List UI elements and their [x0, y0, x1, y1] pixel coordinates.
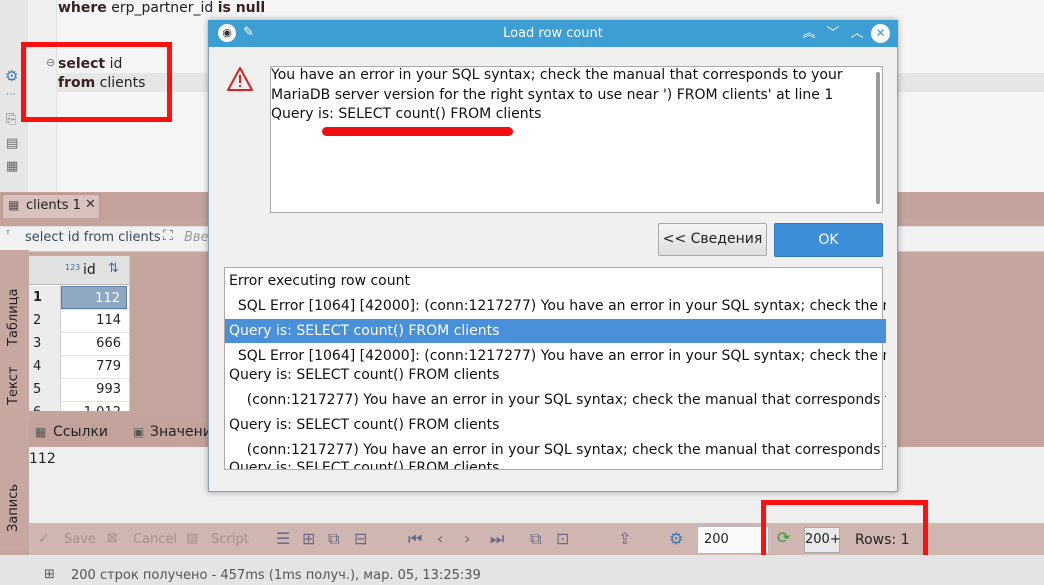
- keyword: is null: [217, 0, 266, 16]
- tab-label: clients 1: [26, 198, 81, 213]
- add-row-icon[interactable]: ⊞: [302, 529, 315, 548]
- vtab-label: Текст: [6, 366, 21, 405]
- tab-clients-1[interactable]: ▦ clients 1 ✕: [2, 194, 100, 218]
- annotation-box-query: [21, 42, 172, 122]
- settings-gear-icon[interactable]: ⚙: [669, 529, 683, 548]
- cell-value[interactable]: 993: [61, 378, 127, 401]
- grid-icon: ▦: [35, 425, 47, 439]
- row-number: 1: [29, 286, 61, 309]
- copy-row-icon[interactable]: ⧉: [328, 529, 339, 549]
- value-viewer-text: 112: [29, 451, 56, 467]
- value-icon: ▣: [133, 425, 145, 439]
- code-line-1: where erp_partner_id is null: [58, 0, 265, 16]
- grid-icon: ▦: [8, 198, 20, 212]
- column-header-id[interactable]: 123 id ⇅: [29, 256, 129, 285]
- row-number: 5: [29, 378, 61, 401]
- message-scrollbar[interactable]: [876, 72, 880, 204]
- last-page-icon[interactable]: ⏭: [490, 529, 504, 549]
- filter-query-text[interactable]: select id from clients: [25, 230, 161, 245]
- focus-icon[interactable]: ⊡: [556, 529, 569, 548]
- vtab-label: Таблица: [6, 288, 21, 347]
- save-button[interactable]: Save: [64, 532, 96, 547]
- close-icon[interactable]: ✕: [85, 197, 96, 212]
- table-row[interactable]: 5 993: [29, 378, 129, 402]
- script-button[interactable]: Script: [211, 532, 249, 547]
- link-icon[interactable]: ⧉: [530, 529, 541, 549]
- warning-icon: [226, 66, 254, 96]
- error-message-text: You have an error in your SQL syntax; ch…: [271, 67, 843, 122]
- export-icon[interactable]: ⎘: [6, 112, 16, 127]
- table-row[interactable]: 2 114: [29, 309, 129, 333]
- table-row[interactable]: 3 666: [29, 332, 129, 356]
- annotation-underline: [322, 127, 513, 136]
- first-page-icon[interactable]: ⏮: [408, 529, 422, 549]
- cell-value[interactable]: 112: [61, 286, 127, 309]
- expand-icon[interactable]: ⛶: [163, 228, 173, 244]
- ok-button[interactable]: OK: [774, 223, 883, 257]
- status-text: 200 строк получено - 457ms (1ms получ.),…: [71, 568, 481, 583]
- sql-text-icon: ᵀ: [6, 230, 10, 241]
- keep-above-icon[interactable]: ︽: [799, 24, 819, 44]
- delete-row-icon[interactable]: ⊟: [354, 529, 367, 548]
- vtab-record[interactable]: Запись: [6, 476, 21, 532]
- prev-page-icon[interactable]: ‹: [437, 529, 443, 548]
- detail-line[interactable]: (conn:1217277) You have an error in your…: [225, 388, 886, 412]
- detail-line-selected[interactable]: Query is: SELECT count() FROM clients: [225, 319, 886, 343]
- subtab-value[interactable]: Значени: [150, 424, 212, 440]
- detail-line[interactable]: Query is: SELECT count() FROM clients: [225, 457, 886, 469]
- row-number: 6: [29, 401, 61, 411]
- row-number: 2: [29, 309, 61, 332]
- cancel-button[interactable]: Cancel: [133, 532, 177, 547]
- vtab-text[interactable]: Текст: [6, 355, 21, 405]
- max-rows-input[interactable]: 200: [697, 526, 769, 554]
- table-row[interactable]: 6 1 012: [29, 401, 129, 411]
- status-icon: ⊞: [44, 567, 55, 582]
- column-header-label: id: [83, 262, 96, 278]
- export-up-icon[interactable]: ⇪: [618, 529, 631, 548]
- table-row[interactable]: 4 779: [29, 355, 129, 379]
- cell-value[interactable]: 1 012: [61, 401, 127, 411]
- cell-value[interactable]: 779: [61, 355, 127, 378]
- file-icon[interactable]: ▤: [6, 136, 18, 151]
- vtab-label: Запись: [6, 483, 21, 532]
- edit-row-icon[interactable]: ☰: [276, 529, 290, 548]
- row-number: 3: [29, 332, 61, 355]
- close-button[interactable]: ✕: [871, 24, 890, 43]
- detail-line[interactable]: Query is: SELECT count() FROM clients: [225, 363, 886, 387]
- vtab-table[interactable]: Таблица: [6, 262, 21, 347]
- minimize-icon[interactable]: ﹀: [823, 24, 843, 44]
- detail-line[interactable]: SQL Error [1064] [42000]: (conn:1217277)…: [225, 294, 886, 318]
- file-x-icon[interactable]: ▦: [6, 159, 18, 174]
- gear-icon[interactable]: ⚙: [5, 67, 18, 85]
- next-page-icon[interactable]: ›: [464, 529, 470, 548]
- dialog-title: Load row count: [503, 26, 603, 41]
- sort-filter-icon[interactable]: ⇅: [108, 261, 119, 276]
- table-row[interactable]: 1 112: [29, 286, 129, 310]
- cancel-x-icon: ⊠: [107, 531, 118, 546]
- detail-line[interactable]: Query is: SELECT count() FROM clients: [225, 413, 886, 437]
- script-icon: ▤: [186, 531, 199, 546]
- detail-line[interactable]: Error executing row count: [225, 269, 886, 293]
- subtab-links[interactable]: Ссылки: [53, 424, 108, 440]
- identifier: erp_partner_id: [106, 0, 218, 16]
- row-number: 4: [29, 355, 61, 378]
- column-type-badge: 123: [65, 263, 81, 272]
- dots-icon: ⋯: [6, 89, 16, 100]
- save-check-icon: ✓: [38, 531, 50, 547]
- details-button[interactable]: << Сведения: [658, 223, 767, 256]
- maximize-icon[interactable]: ︿: [847, 24, 867, 44]
- cell-value[interactable]: 114: [61, 309, 127, 332]
- cell-value[interactable]: 666: [61, 332, 127, 355]
- keyword: where: [58, 0, 107, 16]
